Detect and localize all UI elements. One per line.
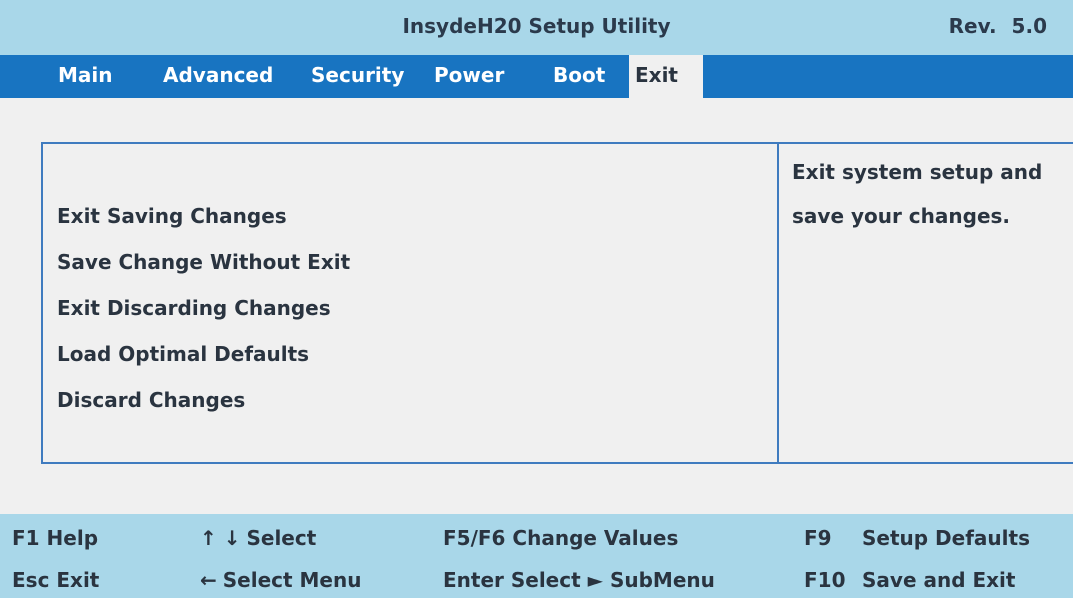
title-bar: InsydeH20 Setup Utility Rev. 5.0 — [0, 0, 1073, 55]
menu-item-load-optimal-defaults[interactable]: Load Optimal Defaults — [57, 342, 309, 366]
select-menu-hint: ← Select Menu — [200, 568, 361, 592]
change-values-hint: F5/F6 Change Values — [443, 526, 679, 550]
select-item-hint: ↑ ↓ Select — [200, 526, 316, 550]
tab-power[interactable]: Power — [428, 55, 510, 98]
footer-bar: F1 Help Esc Exit ↑ ↓ Select ← Select Menu … — [0, 514, 1073, 598]
menu-bar: Main Advanced Security Power Boot Exit — [0, 55, 1073, 98]
left-arrow-icon: ← — [200, 568, 217, 592]
enter-submenu-hint: Enter Select ► SubMenu — [443, 568, 715, 592]
menu-item-exit-saving-changes[interactable]: Exit Saving Changes — [57, 204, 287, 228]
select-menu-label: Select Menu — [222, 568, 362, 592]
f9-key-label: F9 — [804, 526, 832, 550]
menu-item-exit-discarding-changes[interactable]: Exit Discarding Changes — [57, 296, 331, 320]
help-panel: Exit system setup and save your changes. — [777, 142, 1073, 464]
revision-label: Rev. 5.0 — [948, 14, 1047, 38]
help-text-line-2: save your changes. — [792, 204, 1011, 228]
setup-defaults-hint: Setup Defaults — [862, 526, 1030, 550]
menu-item-discard-changes[interactable]: Discard Changes — [57, 388, 245, 412]
esc-exit-hint: Esc Exit — [12, 568, 100, 592]
tab-security[interactable]: Security — [305, 55, 410, 98]
menu-item-save-change-without-exit[interactable]: Save Change Without Exit — [57, 250, 350, 274]
tab-main[interactable]: Main — [52, 55, 119, 98]
app-title: InsydeH20 Setup Utility — [402, 14, 671, 38]
f10-key-label: F10 — [804, 568, 846, 592]
f1-help-hint: F1 Help — [12, 526, 99, 550]
save-and-exit-hint: Save and Exit — [862, 568, 1016, 592]
select-item-label: Select — [246, 526, 317, 550]
help-text-line-1: Exit system setup and — [792, 160, 1043, 184]
tab-boot[interactable]: Boot — [547, 55, 611, 98]
menu-panel: Exit Saving Changes Save Change Without … — [41, 142, 777, 464]
tab-exit[interactable]: Exit — [629, 55, 703, 98]
tab-advanced[interactable]: Advanced — [157, 55, 279, 98]
up-down-arrows-icon: ↑ ↓ — [200, 526, 241, 550]
